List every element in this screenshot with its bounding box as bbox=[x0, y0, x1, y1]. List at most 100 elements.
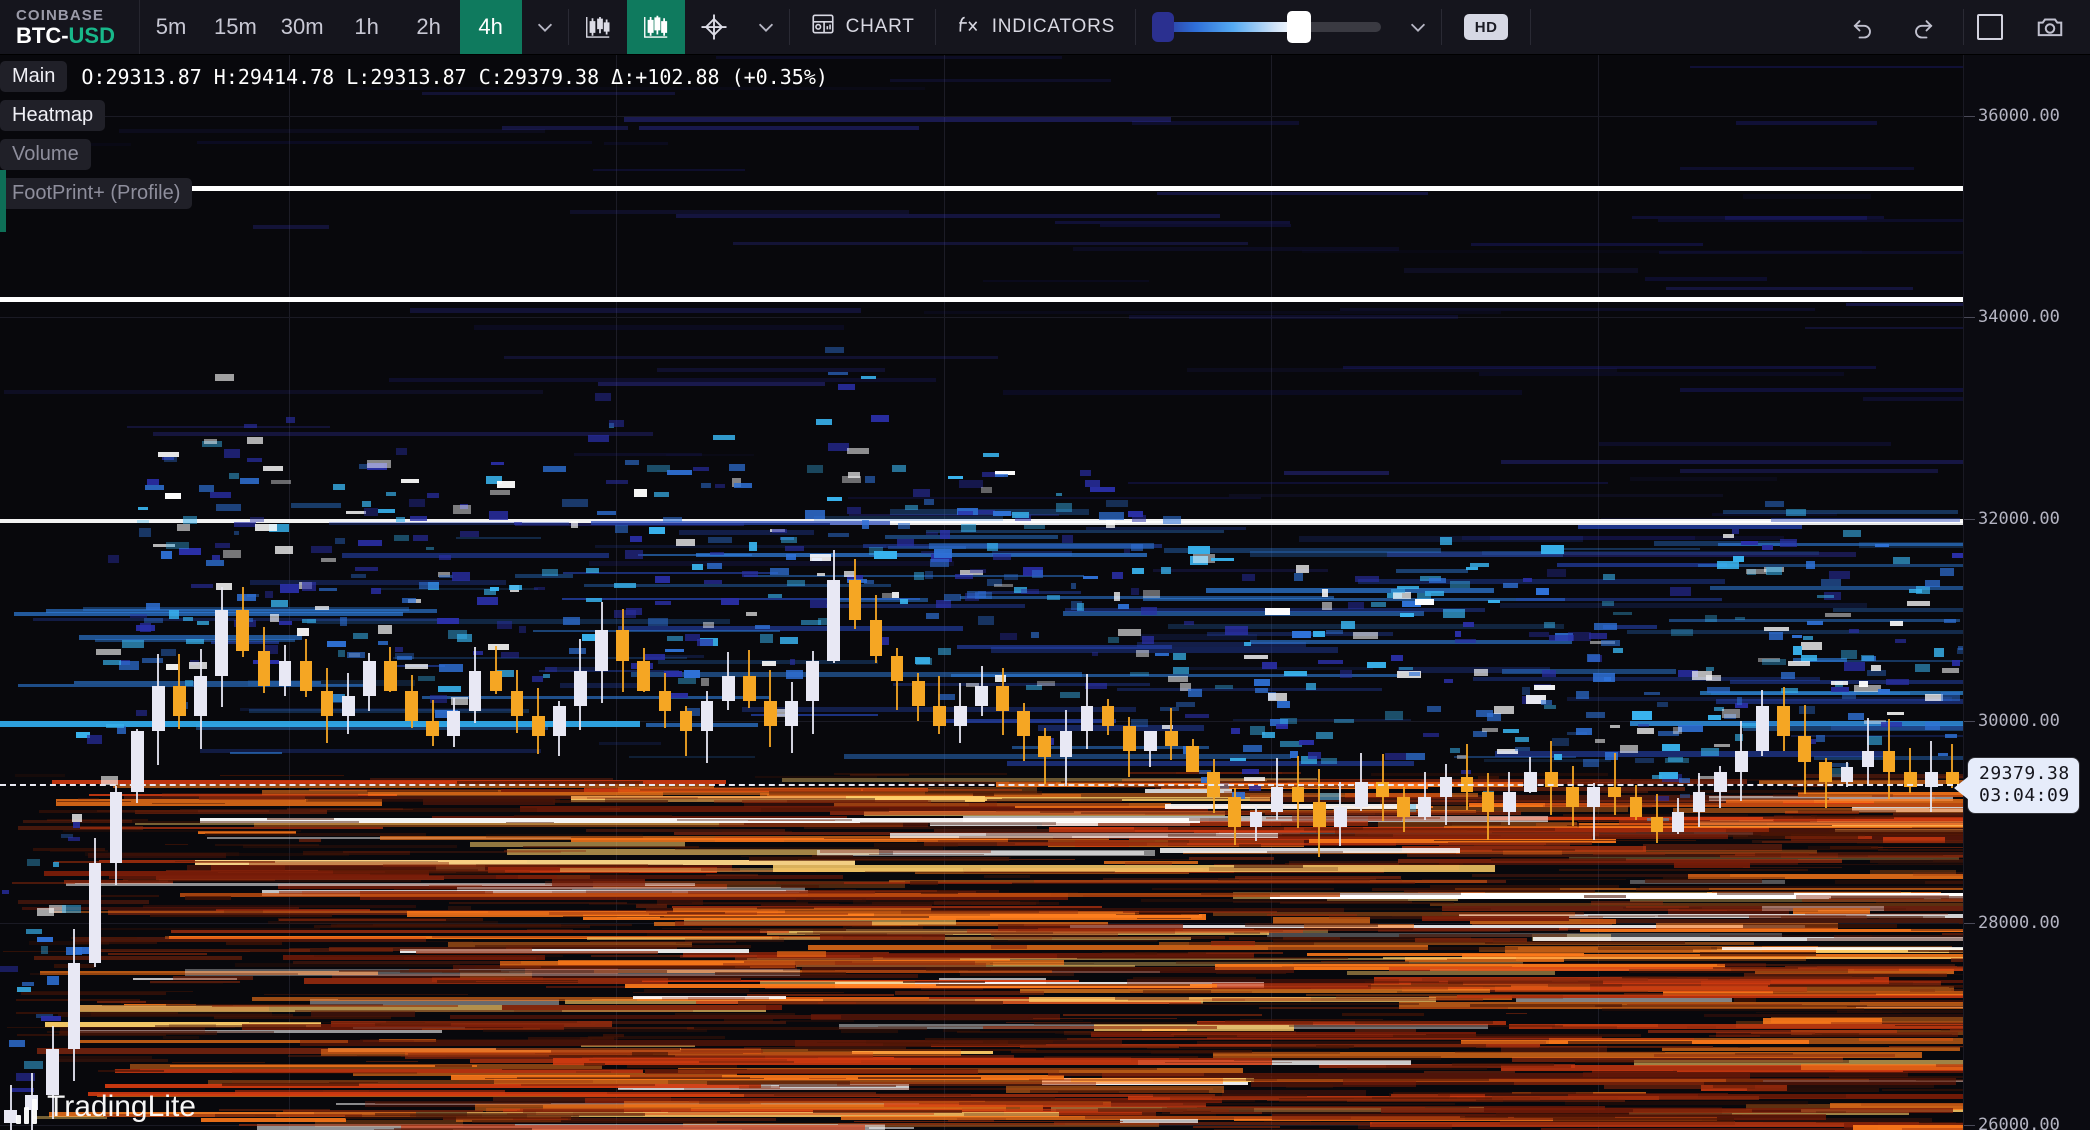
liquidity-bar bbox=[442, 971, 509, 973]
candle-body bbox=[110, 792, 123, 863]
liquidity-bar bbox=[1951, 989, 1963, 991]
timeframe-30m[interactable]: 30m bbox=[269, 0, 336, 54]
liquidity-bar bbox=[587, 797, 698, 800]
heatmap-cell bbox=[1844, 662, 1864, 671]
chevron-down-icon-slider[interactable] bbox=[1395, 0, 1441, 54]
liquidity-bar bbox=[128, 880, 274, 882]
opacity-slider-track[interactable] bbox=[1156, 22, 1381, 32]
liquidity-bar bbox=[677, 819, 851, 821]
liquidity-bar bbox=[1746, 1104, 1963, 1111]
liquidity-bar bbox=[983, 280, 1148, 283]
symbol-selector[interactable]: COINBASE BTC-USD bbox=[0, 0, 140, 54]
candle-body bbox=[511, 691, 524, 716]
candle-body bbox=[743, 676, 756, 701]
liquidity-bar bbox=[817, 1042, 938, 1043]
heatmap-cell bbox=[1668, 757, 1684, 762]
indicators-button[interactable]: INDICATORS bbox=[936, 0, 1135, 54]
heatmap-cell bbox=[697, 639, 714, 646]
legend-row-footprint[interactable]: FootPrint+ (Profile) bbox=[0, 179, 828, 208]
legend-row-volume[interactable]: Volume bbox=[0, 140, 828, 169]
legend-row-heatmap[interactable]: Heatmap bbox=[0, 101, 828, 130]
heatmap-cell bbox=[645, 654, 665, 661]
liquidity-bar bbox=[1911, 929, 1963, 931]
timeframe-2h[interactable]: 2h bbox=[398, 0, 460, 54]
heatmap-cell bbox=[1299, 740, 1314, 744]
liquidity-bar bbox=[1086, 527, 1245, 530]
heatmap-cell bbox=[1031, 632, 1039, 638]
liquidity-bar bbox=[1127, 979, 1399, 983]
crosshair-icon[interactable] bbox=[685, 0, 743, 54]
liquidity-bar bbox=[1153, 1079, 1870, 1082]
heatmap-cell bbox=[1176, 702, 1195, 707]
heatmap-cell bbox=[1673, 727, 1683, 734]
liquidity-bar bbox=[1455, 1051, 1665, 1052]
square-icon[interactable] bbox=[1964, 0, 2016, 55]
liquidity-bar bbox=[1712, 891, 1901, 893]
liquidity-bar bbox=[1283, 937, 1340, 941]
liquidity-bar bbox=[215, 844, 319, 846]
liquidity-bar bbox=[310, 808, 537, 812]
heatmap-cell bbox=[562, 499, 588, 507]
liquidity-bar bbox=[472, 1120, 718, 1123]
liquidity-bar bbox=[835, 961, 975, 964]
liquidity-bar bbox=[1020, 989, 1490, 993]
heatmap-cell bbox=[807, 465, 824, 473]
liquidity-bar bbox=[1143, 990, 1211, 993]
timeframe-4h[interactable]: 4h bbox=[460, 0, 522, 54]
liquidity-bar bbox=[1659, 251, 1963, 254]
liquidity-bar bbox=[1829, 830, 1963, 834]
heatmap-cell bbox=[1657, 702, 1668, 707]
liquidity-bar bbox=[1503, 850, 1562, 854]
liquidity-bar bbox=[841, 1116, 1466, 1120]
liquidity-bar bbox=[381, 1024, 595, 1025]
candle-body bbox=[1313, 802, 1326, 827]
liquidity-bar bbox=[760, 929, 1328, 933]
timeframe-15m[interactable]: 15m bbox=[202, 0, 269, 54]
candle-body bbox=[1756, 706, 1769, 751]
heatmap-cell bbox=[663, 517, 682, 522]
heatmap-cell bbox=[597, 511, 615, 515]
opacity-slider-handle-left[interactable] bbox=[1152, 12, 1174, 42]
timeframe-1h[interactable]: 1h bbox=[336, 0, 398, 54]
liquidity-bar bbox=[1279, 1098, 1503, 1102]
liquidity-bar bbox=[1950, 1028, 1963, 1032]
chevron-down-icon-timeframe[interactable] bbox=[522, 0, 568, 54]
liquidity-bar bbox=[1712, 513, 1837, 515]
liquidity-bar bbox=[661, 655, 704, 658]
heatmap-cell bbox=[825, 347, 844, 353]
liquidity-bar bbox=[735, 957, 960, 960]
liquidity-bar bbox=[527, 929, 573, 931]
bar-chart-icon[interactable] bbox=[627, 0, 685, 54]
camera-icon[interactable] bbox=[2024, 0, 2076, 55]
candle-body bbox=[46, 1049, 59, 1094]
liquidity-bar bbox=[365, 1101, 761, 1107]
liquidity-bar bbox=[1048, 1073, 1204, 1076]
price-axis[interactable]: 36000.0034000.0032000.0030000.0028000.00… bbox=[1963, 55, 2090, 1130]
liquidity-bar bbox=[171, 930, 789, 933]
liquidity-bar bbox=[97, 810, 268, 812]
candlestick-icon[interactable] bbox=[569, 0, 627, 54]
legend-row-main[interactable]: Main O:29313.87 H:29414.78 L:29313.87 C:… bbox=[0, 62, 828, 91]
liquidity-bar bbox=[1817, 966, 1963, 969]
timeframe-5m[interactable]: 5m bbox=[140, 0, 202, 54]
undo-icon[interactable] bbox=[1837, 0, 1889, 55]
opacity-slider-handle-right[interactable] bbox=[1287, 11, 1311, 43]
chart-button[interactable]: CHART bbox=[790, 0, 935, 54]
candle-body bbox=[722, 676, 735, 701]
liquidity-bar bbox=[1115, 997, 1189, 1000]
heatmap-cell bbox=[542, 569, 558, 576]
heatmap-cell bbox=[1231, 728, 1240, 734]
opacity-slider[interactable] bbox=[1136, 0, 1395, 54]
liquidity-bar bbox=[99, 928, 321, 930]
hd-toggle[interactable]: HD bbox=[1442, 0, 1530, 54]
liquidity-bar bbox=[1340, 308, 1815, 311]
liquidity-bar bbox=[943, 1029, 980, 1032]
redo-icon[interactable] bbox=[1897, 0, 1949, 55]
heatmap-cell bbox=[1142, 636, 1154, 644]
chevron-down-icon-style[interactable] bbox=[743, 0, 789, 54]
heatmap-cell bbox=[327, 641, 347, 646]
liquidity-bar bbox=[804, 826, 1036, 829]
liquidity-bar bbox=[1049, 818, 1210, 821]
liquidity-bar bbox=[1781, 916, 1945, 919]
liquidity-bar bbox=[1713, 1084, 1934, 1088]
